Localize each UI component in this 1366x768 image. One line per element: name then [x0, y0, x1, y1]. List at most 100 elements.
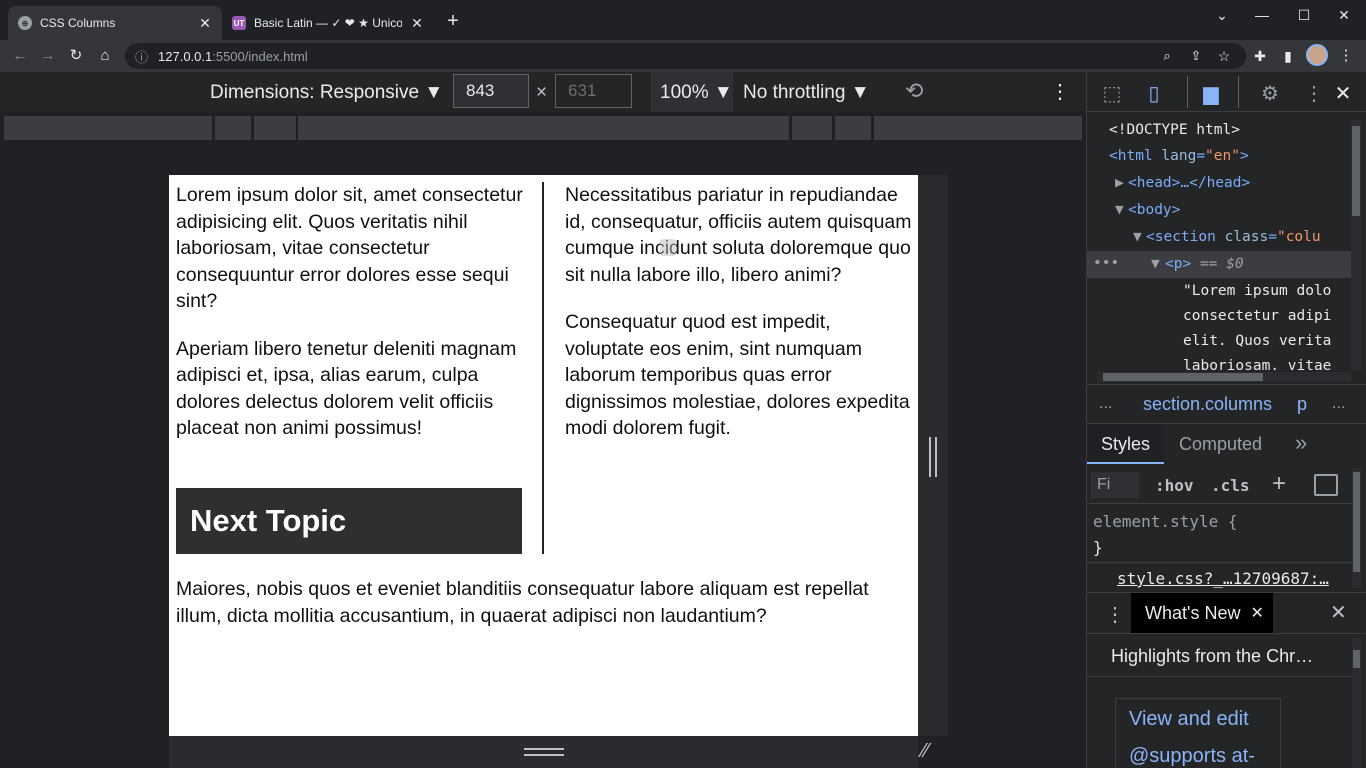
dom-section[interactable]: <section class="colu — [1146, 229, 1321, 245]
info-icon[interactable]: ⓘ — [135, 47, 148, 66]
dimensions-dropdown[interactable]: Dimensions: Responsive ▼ — [210, 82, 443, 104]
zoom-icon[interactable]: ⌕ — [1155, 44, 1179, 68]
paragraph: Aperiam libero tenetur deleniti magnam a… — [176, 337, 517, 440]
feature-card-title[interactable]: View and edit — [1129, 708, 1249, 731]
more-tabs-icon[interactable]: » — [1295, 430, 1307, 456]
tag: <p> — [1165, 256, 1192, 272]
collapse-triangle-icon[interactable]: ▼ — [1151, 256, 1160, 272]
hov-toggle[interactable]: :hov — [1155, 476, 1194, 495]
paragraph: Consequatur quod est impedit, voluptate … — [565, 311, 910, 439]
styles-filter-input[interactable]: Fi — [1091, 472, 1139, 498]
new-tab-button[interactable]: + — [442, 10, 464, 32]
divider — [1087, 676, 1353, 677]
resize-handle-bottom[interactable] — [524, 748, 564, 756]
cls-toggle[interactable]: .cls — [1211, 476, 1250, 495]
media-query-segment[interactable] — [298, 116, 789, 140]
breadcrumb-more-right[interactable]: ... — [1332, 395, 1345, 413]
media-query-segment[interactable] — [4, 116, 212, 140]
dimensions-label: Dimensions: Responsive — [210, 82, 420, 103]
home-icon[interactable]: ⌂ — [93, 44, 117, 68]
tag: > — [1239, 148, 1249, 164]
maximize-icon[interactable]: ☐ — [1288, 4, 1320, 26]
drawer-scrollbar-thumb[interactable] — [1353, 650, 1360, 668]
dom-hscroll-thumb[interactable] — [1103, 373, 1263, 381]
breadcrumb-p[interactable]: p — [1297, 394, 1307, 415]
avatar[interactable] — [1306, 44, 1328, 66]
add-rule-icon[interactable]: + — [1272, 470, 1286, 498]
stylesheet-link[interactable]: style.css?_…12709687:… — [1117, 569, 1347, 588]
attr-name: lang — [1161, 148, 1197, 164]
dom-doctype[interactable]: <!DOCTYPE html> — [1109, 122, 1240, 138]
address-bar[interactable]: ⓘ 127.0.0.1:5500/index.html — [125, 43, 1246, 69]
forward-icon[interactable]: → — [36, 44, 60, 68]
close-devtools-icon[interactable]: ✕ — [1329, 80, 1357, 108]
dom-scrollbar-thumb[interactable] — [1352, 126, 1360, 216]
feature-card-subtitle[interactable]: @supports at- — [1129, 745, 1255, 768]
dom-ellipsis-icon[interactable]: ••• — [1093, 255, 1119, 271]
device-toolbar: Dimensions: Responsive ▼ 843 × 631 100% … — [0, 72, 1086, 112]
devtools-menu-icon[interactable]: ⋮ — [1300, 80, 1328, 108]
close-drawer-tab-icon[interactable]: ✕ — [1250, 603, 1263, 623]
collapse-triangle-icon[interactable]: ▼ — [1133, 229, 1142, 245]
tab-css-columns[interactable]: ⊕ CSS Columns ✕ — [8, 6, 222, 40]
side-panel-icon[interactable]: ▮ — [1276, 44, 1300, 68]
devtools-panel: ⬚ ▯ ▆ ⚙ ⋮ ✕ <!DOCTYPE html> <html lang="… — [1086, 72, 1366, 768]
media-query-segment[interactable] — [215, 116, 251, 140]
media-query-segment[interactable] — [792, 116, 832, 140]
close-drawer-icon[interactable]: ✕ — [1330, 600, 1347, 625]
minimize-icon[interactable]: — — [1246, 4, 1278, 26]
page-viewport: Lorem ipsum dolor sit, amet consectetur … — [169, 175, 918, 736]
drawer-tab-whats-new[interactable]: What's New ✕ — [1131, 593, 1273, 633]
tab-title: Basic Latin — ✓ ❤ ★ Unicode — [254, 16, 402, 30]
styles-scrollbar-thumb[interactable] — [1353, 472, 1360, 572]
expand-triangle-icon[interactable]: ▶ — [1115, 175, 1124, 191]
resize-handle-right[interactable] — [929, 437, 937, 477]
bookmark-star-icon[interactable]: ☆ — [1212, 44, 1236, 68]
globe-icon: ⊕ — [18, 16, 32, 30]
back-icon[interactable]: ← — [8, 44, 32, 68]
inspect-element-icon[interactable]: ⬚ — [1098, 80, 1126, 108]
breadcrumb-more-left[interactable]: ... — [1099, 395, 1112, 413]
tab-styles[interactable]: Styles — [1101, 434, 1150, 455]
media-query-segment[interactable] — [874, 116, 1082, 140]
throttling-dropdown[interactable]: No throttling ▼ — [743, 82, 870, 104]
height-input[interactable]: 631 — [555, 74, 632, 108]
width-input[interactable]: 843 — [453, 74, 529, 108]
dom-text-line: elit. Quos verita — [1183, 333, 1332, 349]
menu-kebab-icon[interactable]: ⋮ — [1334, 44, 1358, 68]
rotate-icon[interactable]: ⟲ — [905, 78, 923, 104]
zoom-dropdown[interactable]: 100% ▼ — [660, 82, 733, 104]
dom-head[interactable]: <head>…</head> — [1128, 175, 1250, 191]
share-icon[interactable]: ⇪ — [1184, 44, 1208, 68]
media-query-segment[interactable] — [835, 116, 871, 140]
zoom-label: 100% — [660, 82, 709, 103]
extensions-icon[interactable]: ✚ — [1248, 44, 1272, 68]
media-query-segment[interactable] — [254, 116, 296, 140]
ut-icon: UT — [232, 16, 246, 30]
issues-icon[interactable]: ▆ — [1197, 80, 1225, 108]
collapse-triangle-icon[interactable]: ▼ — [1115, 202, 1124, 218]
close-tab-icon[interactable]: ✕ — [410, 15, 424, 32]
settings-gear-icon[interactable]: ⚙ — [1256, 80, 1284, 108]
tab-search-icon[interactable]: ⌄ — [1206, 4, 1238, 26]
device-options-icon[interactable]: ⋮ — [1050, 79, 1070, 104]
selected-marker: == $0 — [1199, 256, 1244, 272]
close-window-icon[interactable]: ✕ — [1328, 4, 1360, 26]
dom-text-line: laboriosam, vitae — [1183, 358, 1332, 370]
tab-basic-latin[interactable]: UT Basic Latin — ✓ ❤ ★ Unicode ✕ — [222, 6, 434, 40]
dom-p-selected[interactable]: <p> == $0 — [1165, 256, 1244, 272]
dom-html[interactable]: <html lang="en"> — [1109, 148, 1249, 164]
dom-body[interactable]: <body> — [1128, 202, 1180, 218]
tab-title: CSS Columns — [40, 16, 116, 30]
drawer-tab-label: What's New — [1145, 602, 1241, 623]
drawer-menu-icon[interactable]: ⋮ — [1105, 602, 1125, 627]
device-toggle-icon[interactable]: ▯ — [1140, 80, 1168, 108]
paragraph: Lorem ipsum dolor sit, amet consectetur … — [176, 184, 523, 312]
close-tab-icon[interactable]: ✕ — [198, 15, 212, 32]
toggle-sidebar-icon[interactable] — [1314, 474, 1338, 496]
breadcrumb-section[interactable]: section.columns — [1143, 394, 1272, 415]
resize-corner-icon[interactable]: ⁄⁄ — [922, 740, 929, 763]
tab-computed[interactable]: Computed — [1179, 434, 1262, 455]
reload-icon[interactable]: ↻ — [64, 44, 88, 68]
tag: <section — [1146, 229, 1216, 245]
